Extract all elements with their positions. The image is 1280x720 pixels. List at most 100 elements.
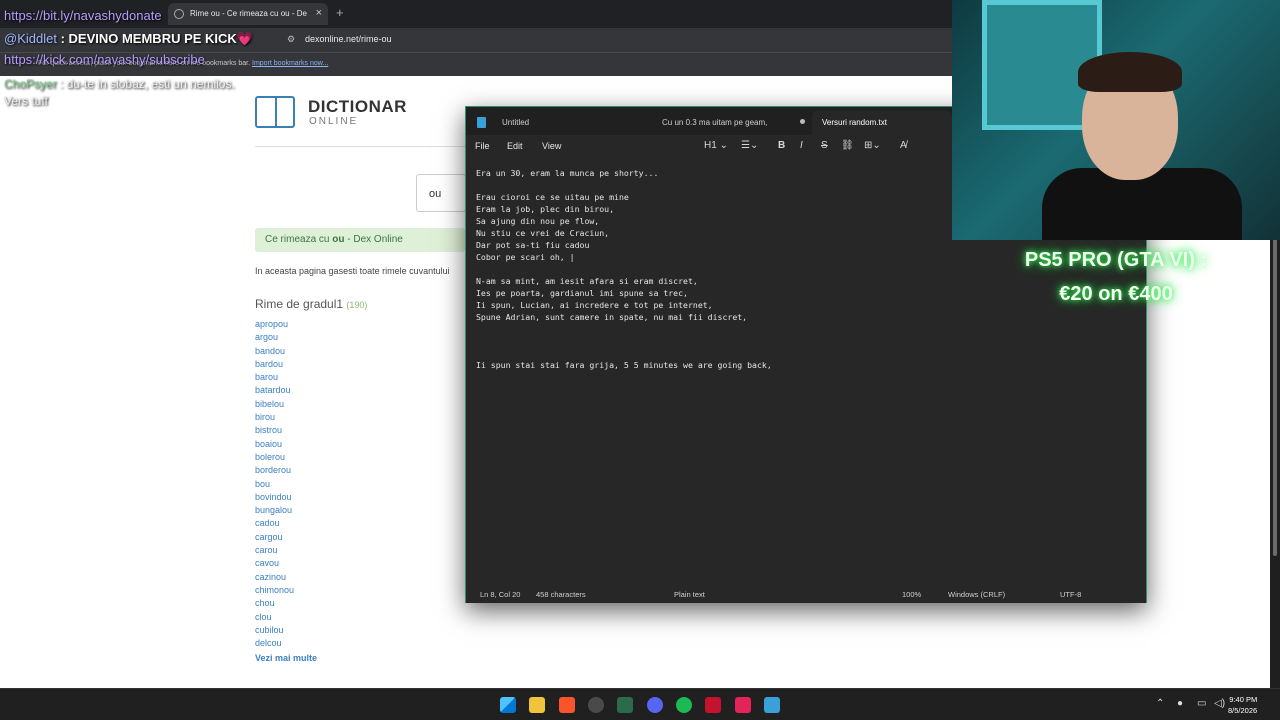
microphone-icon[interactable]: ● — [1177, 698, 1183, 709]
import-bookmarks-link[interactable]: Import bookmarks now... — [252, 60, 328, 67]
logo-title[interactable]: DICTIONAR — [308, 97, 407, 117]
rhyme-word-link[interactable]: bolerou — [255, 452, 294, 465]
clock-time: 9:40 PM — [1229, 695, 1258, 704]
clear-format-icon[interactable]: A̸ — [900, 140, 907, 151]
rhyme-word-link[interactable]: delcou — [255, 638, 294, 651]
intro-text: In aceasta pagina gasesti toate rimele c… — [255, 266, 450, 276]
excel-icon[interactable] — [617, 697, 633, 713]
book-icon — [255, 96, 295, 128]
notepad-icon — [477, 117, 486, 128]
kick-chat-user: @Kiddlet — [4, 31, 57, 46]
notepad-statusbar: Ln 8, Col 20 458 characters Plain text 1… — [466, 585, 1146, 603]
promo-overlay: PS5 PRO (GTA VI) : €20 on €400 — [952, 243, 1280, 311]
heading-dropdown[interactable]: H1 ⌄ — [704, 140, 728, 151]
network-icon[interactable]: ▭ — [1197, 698, 1206, 709]
rhyme-word-link[interactable]: carou — [255, 545, 294, 558]
rhyme-word-link[interactable]: clou — [255, 612, 294, 625]
rime-heading: Rime de gradul1 (190) — [255, 297, 367, 311]
rhyme-word-link[interactable]: bungalou — [255, 505, 294, 518]
clock[interactable]: 9:40 PM 8/5/2026 — [1228, 694, 1257, 716]
url-text[interactable]: dexonline.net/rime-ou — [305, 34, 392, 44]
promo-line-2: €20 on €400 — [1059, 283, 1173, 305]
status-chars: 458 characters — [536, 590, 586, 599]
site-info-icon[interactable]: ⚙ — [287, 34, 295, 45]
spotify-icon[interactable] — [676, 697, 692, 713]
result-banner: Ce rimeaza cu ou - Dex Online — [255, 228, 465, 252]
banner-suffix: - Dex Online — [344, 234, 403, 245]
rhyme-word-link[interactable]: bou — [255, 479, 294, 492]
see-more-link[interactable]: Vezi mai multe — [255, 653, 317, 663]
rhyme-word-link[interactable]: bovindou — [255, 492, 294, 505]
divider — [255, 146, 465, 147]
rhyme-word-link[interactable]: bandou — [255, 346, 294, 359]
rhyme-word-link[interactable]: bibelou — [255, 399, 294, 412]
brave-browser-icon[interactable] — [559, 697, 575, 713]
rhyme-word-link[interactable]: birou — [255, 412, 294, 425]
editor-line: Spune Adrian, sunt camere in spate, nu m… — [476, 312, 748, 322]
tiktok-icon[interactable] — [735, 697, 751, 713]
close-tab-icon[interactable]: × — [316, 7, 322, 19]
editor-line: Ii spun stai stai fara grija, 5 5 minute… — [476, 360, 772, 370]
rime-heading-label: Rime de gradul1 — [255, 297, 344, 311]
list-icon[interactable]: ☰⌄ — [741, 140, 758, 151]
status-line-ending[interactable]: Windows (CRLF) — [948, 590, 1005, 599]
rhyme-word-link[interactable]: chimonou — [255, 585, 294, 598]
notepad-tab-untitled[interactable]: Untitled — [502, 118, 529, 127]
volume-icon[interactable]: ◁) — [1214, 698, 1225, 709]
rhyme-word-link[interactable]: batardou — [255, 385, 294, 398]
browser-tab-label: Rime ou - Ce rimeaza cu ou - De — [190, 9, 307, 18]
subscribe-link[interactable]: https://kick.com/navashy/subscribe — [4, 52, 205, 67]
unsaved-dot-icon[interactable] — [800, 119, 805, 124]
globe-icon — [174, 9, 184, 19]
rhyme-word-link[interactable]: apropou — [255, 319, 294, 332]
chrome-icon[interactable] — [588, 697, 604, 713]
rhyme-word-link[interactable]: boaiou — [255, 439, 294, 452]
menu-edit[interactable]: Edit — [507, 141, 523, 151]
status-encoding[interactable]: UTF-8 — [1060, 590, 1081, 599]
new-tab-button[interactable]: + — [336, 5, 344, 20]
notepad-tab-versuri[interactable]: Versuri random.txt — [822, 118, 887, 127]
banner-prefix: Ce rimeaza cu — [265, 234, 333, 245]
webcam-person-hair — [1078, 52, 1182, 92]
menu-file[interactable]: File — [475, 141, 490, 151]
webcam-feed — [952, 0, 1280, 240]
rhyme-word-link[interactable]: cadou — [255, 518, 294, 531]
italic-icon[interactable]: I — [800, 140, 803, 151]
bold-icon[interactable]: B — [778, 140, 785, 151]
rhyme-word-link[interactable]: chou — [255, 598, 294, 611]
status-zoom[interactable]: 100% — [902, 590, 921, 599]
file-explorer-icon[interactable] — [529, 697, 545, 713]
discord-icon[interactable] — [647, 697, 663, 713]
browser-tab-rime[interactable]: Rime ou - Ce rimeaza cu ou - De × — [168, 3, 328, 25]
taskbar: ⌃ ● ▭ ◁) 9:40 PM 8/5/2026 — [0, 688, 1280, 720]
chat-message: ChoPsyer : du-te in slobaz, esti un nemi… — [4, 76, 249, 110]
rhyme-word-link[interactable]: barou — [255, 372, 294, 385]
banner-word: ou — [332, 234, 345, 245]
kick-chat-text: : DEVINO MEMBRU PE KICK💗 — [60, 31, 253, 46]
rhyme-word-link[interactable]: argou — [255, 332, 294, 345]
rhyme-word-link[interactable]: cavou — [255, 558, 294, 571]
media-player-icon[interactable] — [705, 697, 721, 713]
status-format[interactable]: Plain text — [674, 590, 705, 599]
rhyme-word-link[interactable]: bistrou — [255, 425, 294, 438]
strikethrough-icon[interactable]: S — [821, 140, 828, 151]
link-icon[interactable]: ⛓ — [841, 140, 854, 151]
start-icon[interactable] — [500, 697, 516, 713]
heading-label: H1 — [704, 140, 717, 151]
logo-subtitle: ONLINE — [309, 116, 359, 127]
donate-link[interactable]: https://bit.ly/navashydonate — [4, 8, 162, 23]
notepad-tab-second[interactable]: Cu un 0.3 ma uitam pe geam, — [662, 118, 767, 127]
table-icon[interactable]: ⊞⌄ — [864, 140, 881, 151]
tray-chevron-icon[interactable]: ⌃ — [1156, 698, 1164, 709]
rhyme-word-link[interactable]: borderou — [255, 465, 294, 478]
notepad-taskbar-icon[interactable] — [764, 697, 780, 713]
rhyme-word-link[interactable]: cazinou — [255, 572, 294, 585]
rhyme-word-link[interactable]: bardou — [255, 359, 294, 372]
clock-date: 8/5/2026 — [1228, 706, 1258, 715]
rhyme-word-link[interactable]: cubilou — [255, 625, 294, 638]
search-input[interactable]: ou — [416, 174, 466, 212]
menu-view[interactable]: View — [542, 141, 561, 151]
rhyme-word-link[interactable]: cargou — [255, 532, 294, 545]
